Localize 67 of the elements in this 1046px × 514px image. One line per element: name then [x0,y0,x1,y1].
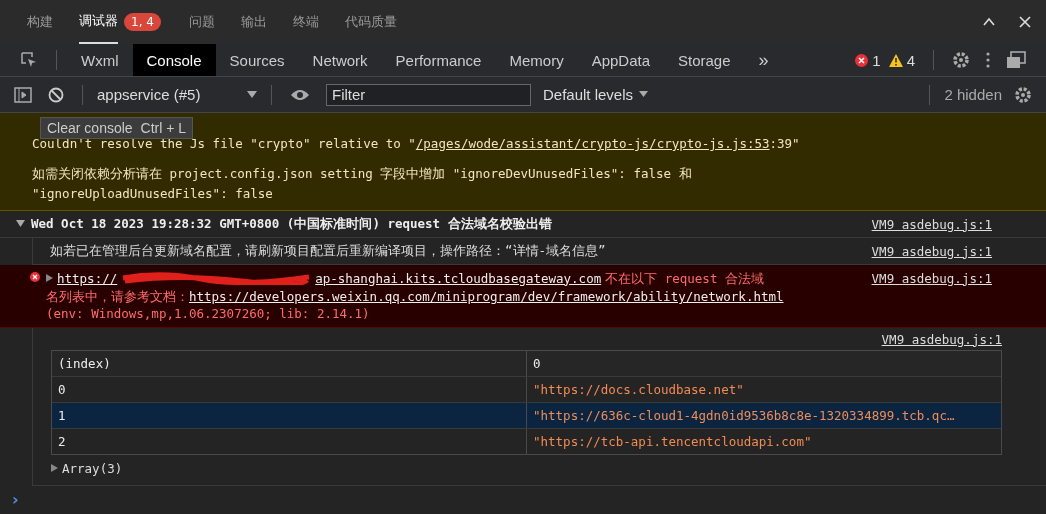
sidebar-toggle-icon[interactable] [14,86,32,103]
devtools-tab[interactable]: AppData [577,44,664,76]
array-label: Array(3) [62,460,123,476]
doc-link[interactable]: https://developers.weixin.qq.com/miniprogram/dev/framework/ability/network.html [189,289,784,304]
file-link[interactable]: /pages/wode/assistant/crypto-js/crypto-js.js:53 [415,136,770,151]
error-icon [855,53,869,67]
count-badge: 1, 4 [124,13,161,31]
group-title: Wed Oct 18 2023 19:28:32 GMT+0800 (中国标准时间) request 合法域名校验出错 [31,215,552,233]
error-count: 1 [872,51,881,69]
filter-field[interactable]: Filter [326,83,531,106]
caret-icon [247,90,257,99]
devtools-tab[interactable]: Memory [495,44,578,76]
source-link[interactable]: VM9 asdebug.js:1 [871,243,992,259]
levels-dropdown[interactable]: Default levels [539,86,653,103]
panel-tab[interactable]: 终端 [292,0,319,44]
table-row[interactable]: 2 "https://tcb-api.tencentcloudapi.com" [52,429,1001,454]
panel-tab[interactable]: 问题 [188,0,215,44]
table-cell: 0 [52,377,527,402]
devtools-tab[interactable]: Performance [381,44,496,76]
devtools-tab[interactable]: Wxml [67,44,133,76]
tooltip-shortcut: Ctrl + L [140,120,187,136]
hidden-count: 2 hidden [944,86,1002,103]
devtools-tab[interactable]: Storage [664,44,745,76]
url-link[interactable]: https:// [57,270,118,286]
table-cell: 2 [52,429,527,454]
info-message: 如若已在管理后台更新域名配置，请刷新项目配置后重新编译项目，操作路径：“详情-域名信息” [50,242,606,260]
expand-caret-icon[interactable] [46,274,53,282]
panel-tab[interactable]: 代码质量 [344,0,397,44]
column-header: (index) [52,351,527,376]
table-cell-text: "https://636c-cloud1-4gdn0id9536b8c8e-1320334899.tcb.qc… [532,407,956,425]
settings-icon[interactable] [1014,85,1032,104]
warning-text: Couldn't resolve the Js file "crypto" relative to "/pages/wode/assistant/crypto-js/crypto-js.js:53:39" [32,136,801,153]
column-header: 0 [532,355,542,373]
caret-icon [639,91,649,98]
source-link[interactable]: VM9 asdebug.js:1 [871,216,992,232]
expand-caret-icon[interactable] [16,220,25,228]
warning-icon [888,53,903,67]
source-link[interactable]: VM9 asdebug.js:1 [881,331,1002,347]
devtools-tab[interactable]: Network [298,44,382,76]
settings-icon[interactable] [952,51,970,69]
more-icon[interactable] [986,52,990,68]
warning-text: 如需关闭依赖分析请在 project.config.json setting 字段中增加 "ignoreDevUnusedFiles": false 和 "ignoreUploadUnusedFiles": false [32,165,693,203]
error-icon [30,272,40,282]
error-text: 名列表中，请参考文档：https://developers.weixin.qq.com/miniprogram/dev/framework/ability/network.html [46,288,785,305]
url-link[interactable]: ap-shanghai.kits.tcloudbasegateway.com [315,270,602,286]
panel-tab[interactable]: 输出 [240,0,267,44]
clear-icon[interactable] [48,86,64,103]
env-text: (env: Windows,mp,1.06.2307260; lib: 2.14.1) [46,305,371,322]
warning-count: 4 [906,51,915,69]
inspect-icon[interactable] [20,51,38,69]
devtools-tab[interactable]: Console [132,44,216,76]
table-cell-text: "https://docs.cloudbase.net" [532,381,745,399]
more-tabs[interactable]: » [744,44,783,76]
table-cell-text: "https://tcb-api.tencentcloudapi.com" [532,433,813,451]
table-row[interactable]: 1 "https://636c-cloud1-4gdn0id9536b8c8e-1320334899.tcb.qc… [52,403,1001,429]
eye-icon[interactable] [290,87,310,102]
table-cell: 1 [52,403,527,428]
source-link[interactable]: VM9 asdebug.js:1 [871,270,992,286]
context-select[interactable]: appservice (#5) [93,86,261,103]
expand-caret-icon[interactable] [51,464,58,472]
tooltip-label: Clear console [47,120,133,136]
dock-icon[interactable] [1006,51,1026,69]
close-icon[interactable] [1018,15,1032,29]
devtools-tab[interactable]: Sources [215,44,299,76]
error-text: 不在以下 request 合法域 [605,269,764,287]
prompt-icon: › [12,490,19,509]
panel-tab[interactable]: 构建 [27,0,53,44]
